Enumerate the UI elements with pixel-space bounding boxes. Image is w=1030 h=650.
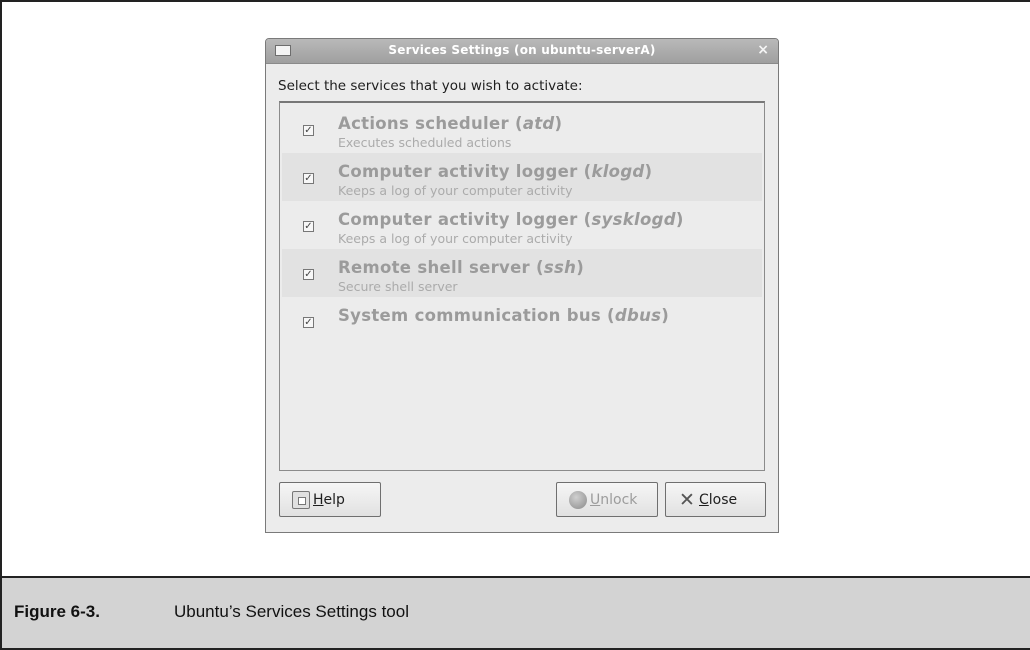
help-icon: [292, 490, 310, 509]
figure-number: Figure 6-3.: [14, 602, 100, 621]
service-description: Executes scheduled actions: [338, 135, 512, 150]
service-description: Keeps a log of your computer activity: [338, 183, 573, 198]
service-name: Remote shell server (ssh): [338, 258, 585, 277]
service-name: Computer activity logger (klogd): [338, 162, 653, 181]
service-checkbox[interactable]: ✓: [303, 221, 314, 232]
service-row-sysklogd[interactable]: ✓ Computer activity logger (sysklogd) Ke…: [282, 201, 762, 249]
service-checkbox[interactable]: ✓: [303, 269, 314, 280]
close-button[interactable]: ✕ Close: [665, 482, 766, 517]
window-close-button[interactable]: ×: [757, 42, 769, 58]
service-description: Secure shell server: [338, 279, 458, 294]
close-button-label: Close: [699, 491, 738, 508]
services-list: ✓ Actions scheduler (atd) Executes sched…: [279, 101, 765, 471]
services-settings-window: Services Settings (on ubuntu-serverA) × …: [265, 38, 779, 533]
service-name: Computer activity logger (sysklogd): [338, 210, 684, 229]
button-bar: Help Unlock ✕ Close: [266, 479, 778, 521]
daemon-name: dbus: [614, 306, 662, 325]
service-checkbox[interactable]: ✓: [303, 125, 314, 136]
daemon-name: klogd: [591, 162, 645, 181]
title-bar[interactable]: Services Settings (on ubuntu-serverA) ×: [266, 39, 778, 64]
service-row-atd[interactable]: ✓ Actions scheduler (atd) Executes sched…: [282, 105, 762, 153]
help-button-label: Help: [313, 491, 345, 508]
unlock-button[interactable]: Unlock: [556, 482, 658, 517]
help-button[interactable]: Help: [279, 482, 381, 517]
service-checkbox[interactable]: ✓: [303, 173, 314, 184]
service-name: Actions scheduler (atd): [338, 114, 563, 133]
figure-caption: Ubuntu’s Services Settings tool: [174, 602, 409, 621]
figure-caption-bar: Figure 6-3. Ubuntu’s Services Settings t…: [2, 576, 1030, 648]
service-row-dbus[interactable]: ✓ System communication bus (dbus): [282, 297, 762, 345]
lock-icon: [569, 490, 587, 509]
daemon-name: sysklogd: [591, 210, 676, 229]
service-row-ssh[interactable]: ✓ Remote shell server (ssh) Secure shell…: [282, 249, 762, 297]
daemon-name: atd: [522, 114, 555, 133]
unlock-button-label: Unlock: [590, 491, 638, 508]
window-title: Services Settings (on ubuntu-serverA): [388, 43, 656, 57]
close-icon: ✕: [679, 488, 695, 511]
instruction-label: Select the services that you wish to act…: [278, 78, 583, 94]
service-row-klogd[interactable]: ✓ Computer activity logger (klogd) Keeps…: [282, 153, 762, 201]
service-checkbox[interactable]: ✓: [303, 317, 314, 328]
daemon-name: ssh: [543, 258, 577, 277]
service-description: Keeps a log of your computer activity: [338, 231, 573, 246]
service-name: System communication bus (dbus): [338, 306, 670, 325]
